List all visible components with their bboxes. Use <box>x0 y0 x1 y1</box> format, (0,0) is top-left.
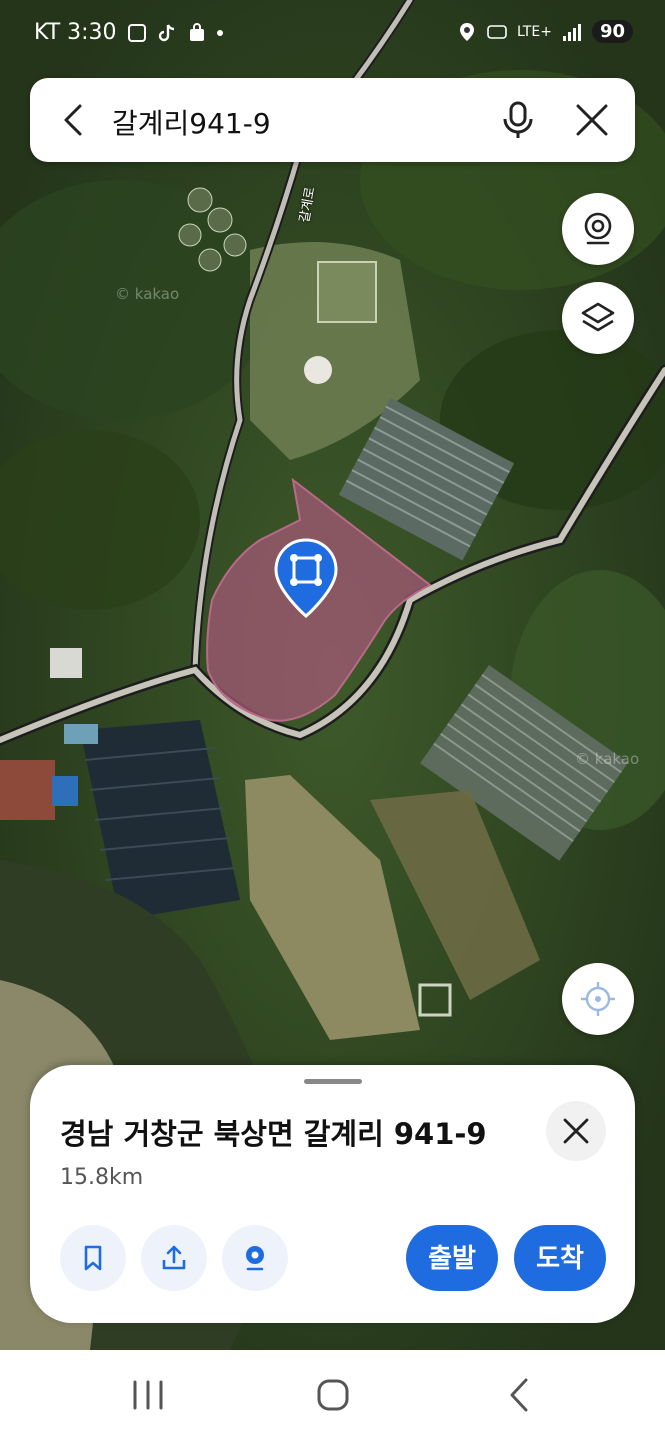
close-icon[interactable] <box>570 98 614 142</box>
current-location-button[interactable] <box>562 963 634 1035</box>
shopping-bag-icon <box>189 22 204 41</box>
close-icon <box>563 1118 589 1144</box>
screenshot-icon <box>127 23 146 42</box>
place-marker[interactable] <box>274 538 338 618</box>
place-distance: 15.8km <box>60 1165 144 1190</box>
dot-icon <box>216 29 223 36</box>
signal-icon <box>562 23 581 41</box>
sheet-close-button[interactable] <box>546 1101 606 1161</box>
bookmark-button[interactable] <box>60 1225 126 1291</box>
nav-home-icon[interactable] <box>308 1372 358 1418</box>
network-type: LTE+ <box>516 23 552 40</box>
depart-button[interactable]: 출발 <box>406 1225 498 1291</box>
back-icon[interactable] <box>54 100 94 140</box>
status-bar: KT 3:30 LTE+ 90 <box>0 0 665 68</box>
search-bar[interactable]: 갈계리941-9 <box>30 78 635 162</box>
roadview-icon <box>584 212 612 245</box>
locate-icon <box>581 982 615 1016</box>
carrier-time: KT 3:30 <box>34 20 117 45</box>
roadview-button[interactable] <box>562 193 634 265</box>
parcel-pin-icon <box>274 538 338 618</box>
pin-icon <box>246 1246 264 1271</box>
share-button[interactable] <box>141 1225 207 1291</box>
bookmark-icon <box>84 1245 102 1271</box>
system-nav-bar <box>0 1350 665 1440</box>
tiktok-icon <box>158 23 174 41</box>
nav-recents-icon[interactable] <box>123 1372 173 1418</box>
layers-button[interactable] <box>562 282 634 354</box>
share-icon <box>162 1245 186 1270</box>
location-icon <box>459 22 474 41</box>
hd-call-icon <box>487 24 507 39</box>
place-info-sheet: 경남 거창군 북상면 갈계리 941-9 15.8km 출발 도착 <box>30 1065 635 1323</box>
battery-level: 90 <box>591 20 633 43</box>
arrive-button[interactable]: 도착 <box>514 1225 606 1291</box>
nav-back-icon[interactable] <box>494 1372 544 1418</box>
sheet-drag-handle[interactable] <box>304 1079 362 1084</box>
layers-icon <box>581 302 615 332</box>
mic-icon[interactable] <box>496 98 540 142</box>
roadview-pin-button[interactable] <box>222 1225 288 1291</box>
search-query[interactable]: 갈계리941-9 <box>112 102 271 142</box>
map-watermark: © kakao <box>115 285 180 303</box>
place-address: 경남 거창군 북상면 갈계리 941-9 <box>60 1117 487 1151</box>
map-watermark: © kakao <box>575 750 640 768</box>
